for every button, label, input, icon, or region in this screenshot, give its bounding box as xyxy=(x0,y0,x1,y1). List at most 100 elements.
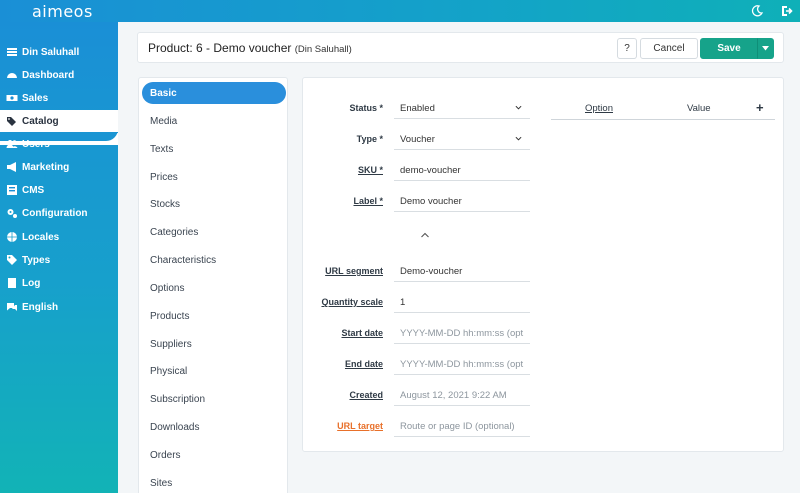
type-label: Type * xyxy=(356,134,383,144)
tab-prices[interactable]: Prices xyxy=(142,166,286,188)
tab-categories[interactable]: Categories xyxy=(142,221,286,243)
label-row: Label * Demo voucher xyxy=(303,190,543,212)
url-target-label[interactable]: URL target xyxy=(337,421,383,431)
tab-basic[interactable]: Basic xyxy=(142,82,286,104)
sidebar-item-sales[interactable]: Sales xyxy=(0,87,118,109)
tab-options[interactable]: Options xyxy=(142,277,286,299)
page-header: Product: 6 - Demo voucher (Din Saluhall)… xyxy=(137,32,784,63)
sidebar-item-label: Users xyxy=(22,138,50,150)
chevron-down-icon xyxy=(515,136,522,141)
sidebar-item-label: Locales xyxy=(22,231,60,243)
url-target-input[interactable]: Route or page ID (optional) xyxy=(394,415,530,437)
sidebar-item-label: Sales xyxy=(22,92,49,104)
url-segment-input[interactable]: Demo-voucher xyxy=(394,260,530,282)
app-logo[interactable]: aimeos xyxy=(32,2,93,21)
sidebar-item-label: English xyxy=(22,301,59,313)
type-row: Type * Voucher xyxy=(303,128,543,150)
dashboard-icon xyxy=(7,73,17,78)
sidebar-item-catalog[interactable]: Catalog xyxy=(0,110,118,132)
sidebar-item-locales[interactable]: Locales xyxy=(0,226,118,248)
sidebar-item-label: Catalog xyxy=(22,115,59,127)
options-table-header: Option Value + xyxy=(551,100,775,120)
start-date-label: Start date xyxy=(341,328,383,338)
start-date-input[interactable]: YYYY-MM-DD hh:mm:ss (opt xyxy=(394,322,530,344)
tags-icon xyxy=(7,117,16,126)
chevron-down-icon xyxy=(515,105,522,110)
sku-label: SKU * xyxy=(357,165,383,175)
dark-mode-moon-icon[interactable] xyxy=(750,4,764,18)
cogs-icon xyxy=(7,209,17,218)
end-date-label: End date xyxy=(344,359,383,369)
type-value: Voucher xyxy=(400,134,435,145)
tab-media[interactable]: Media xyxy=(142,110,286,132)
tab-downloads[interactable]: Downloads xyxy=(142,416,286,438)
tab-suppliers[interactable]: Suppliers xyxy=(142,333,286,355)
type-select[interactable]: Voucher xyxy=(394,128,530,150)
cancel-button[interactable]: Cancel xyxy=(640,38,698,59)
label-label: Label * xyxy=(353,196,383,206)
add-option-button[interactable]: + xyxy=(756,100,764,115)
end-date-input[interactable]: YYYY-MM-DD hh:mm:ss (opt xyxy=(394,353,530,375)
quantity-scale-label: Quantity scale xyxy=(321,297,383,307)
basic-form-card: Status * Enabled Type * Voucher SKU * de… xyxy=(302,77,784,452)
quantity-scale-input[interactable]: 1 xyxy=(394,291,530,313)
sidebar: Din Saluhall Dashboard Sales Catalog Use… xyxy=(0,22,118,493)
tab-stocks[interactable]: Stocks xyxy=(142,193,286,215)
status-label: Status * xyxy=(349,103,383,113)
label-input[interactable]: Demo voucher xyxy=(394,190,530,212)
url-segment-row: URL segment Demo-voucher xyxy=(303,260,543,282)
sidebar-item-label: CMS xyxy=(22,184,45,196)
sidebar-item-types[interactable]: Types xyxy=(0,249,118,271)
url-segment-label: URL segment xyxy=(325,266,383,276)
log-icon xyxy=(8,278,16,288)
list-icon xyxy=(7,48,17,56)
tab-physical[interactable]: Physical xyxy=(142,360,286,382)
help-button[interactable]: ? xyxy=(617,38,637,59)
created-label: Created xyxy=(349,390,383,400)
users-icon xyxy=(6,140,18,148)
sidebar-item-label: Configuration xyxy=(22,207,88,219)
save-button[interactable]: Save xyxy=(700,38,758,59)
chevron-up-icon[interactable] xyxy=(420,231,430,239)
sidebar-item-label: Din Saluhall xyxy=(22,46,80,58)
product-title: Product: 6 - Demo voucher xyxy=(148,41,292,55)
sidebar-item-users[interactable]: Users xyxy=(0,133,118,155)
tab-sites[interactable]: Sites xyxy=(142,472,286,493)
created-value: August 12, 2021 9:22 AM xyxy=(394,384,530,406)
sku-input[interactable]: demo-voucher xyxy=(394,159,530,181)
sidebar-item-log[interactable]: Log xyxy=(0,272,118,294)
status-select[interactable]: Enabled xyxy=(394,97,530,119)
quantity-scale-row: Quantity scale 1 xyxy=(303,291,543,313)
site-name: (Din Saluhall) xyxy=(294,44,352,55)
created-row: Created August 12, 2021 9:22 AM xyxy=(303,384,543,406)
caret-down-icon xyxy=(762,46,769,51)
status-row: Status * Enabled xyxy=(303,97,543,119)
page-title: Product: 6 - Demo voucher (Din Saluhall) xyxy=(148,41,352,55)
tab-orders[interactable]: Orders xyxy=(142,444,286,466)
cms-icon xyxy=(7,185,17,195)
start-date-row: Start date YYYY-MM-DD hh:mm:ss (opt xyxy=(303,322,543,344)
end-date-row: End date YYYY-MM-DD hh:mm:ss (opt xyxy=(303,353,543,375)
sidebar-item-marketing[interactable]: Marketing xyxy=(0,156,118,178)
tab-texts[interactable]: Texts xyxy=(142,138,286,160)
money-icon xyxy=(6,95,18,101)
sidebar-item-cms[interactable]: CMS xyxy=(0,179,118,201)
sidebar-item-language[interactable]: English xyxy=(0,296,118,318)
language-icon xyxy=(7,303,17,311)
product-sections-nav: Basic Media Texts Prices Stocks Categori… xyxy=(138,77,288,493)
top-bar: aimeos xyxy=(0,0,800,22)
sidebar-item-label: Types xyxy=(22,254,51,266)
sidebar-item-configuration[interactable]: Configuration xyxy=(0,202,118,224)
sidebar-item-site[interactable]: Din Saluhall xyxy=(0,41,118,63)
tab-characteristics[interactable]: Characteristics xyxy=(142,249,286,271)
sidebar-item-dashboard[interactable]: Dashboard xyxy=(0,64,118,86)
globe-icon xyxy=(7,232,17,242)
sidebar-item-label: Marketing xyxy=(22,161,70,173)
logout-icon[interactable] xyxy=(780,4,794,18)
tab-subscription[interactable]: Subscription xyxy=(142,388,286,410)
tab-products[interactable]: Products xyxy=(142,305,286,327)
option-column-header: Option xyxy=(585,103,613,114)
tag-icon xyxy=(7,255,17,265)
save-options-button[interactable] xyxy=(757,38,774,59)
url-target-row: URL target Route or page ID (optional) xyxy=(303,415,543,437)
